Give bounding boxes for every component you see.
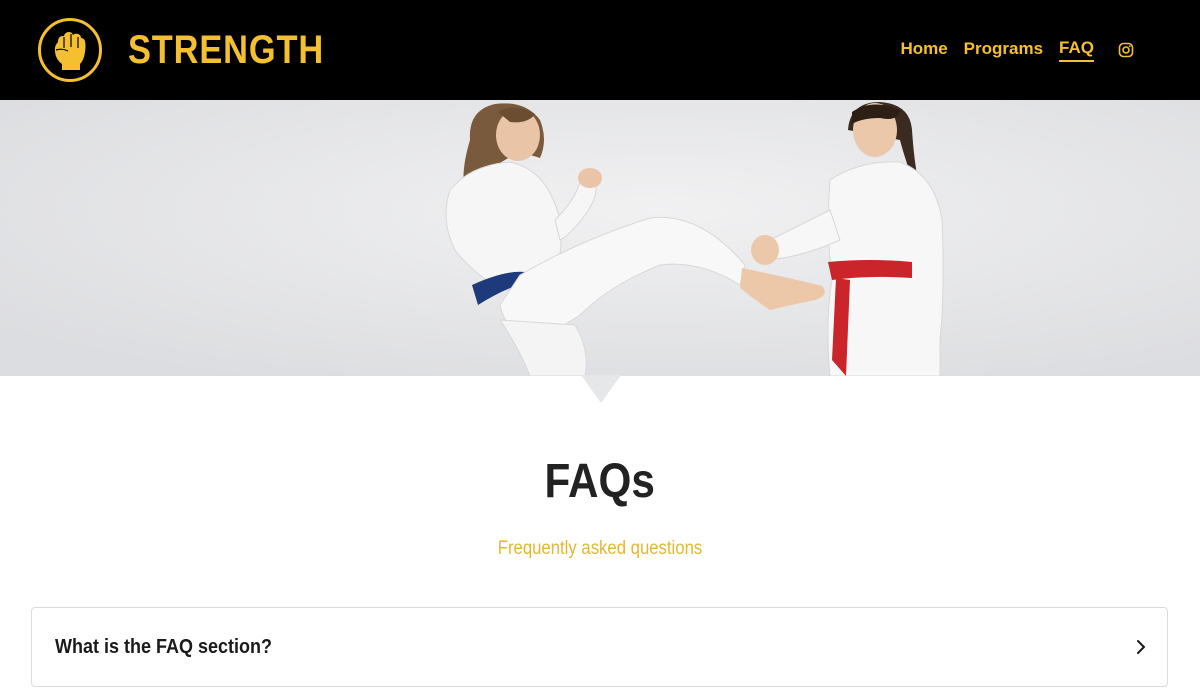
page-subtitle: Frequently asked questions [497, 538, 703, 559]
faq-accordion-item[interactable]: What is the FAQ section? [31, 607, 1168, 687]
hero-notch [581, 375, 621, 403]
fist-icon [54, 32, 86, 70]
nav-item-programs[interactable]: Programs [964, 39, 1043, 61]
nav-item-faq[interactable]: FAQ [1059, 38, 1094, 62]
logo-badge [38, 18, 102, 82]
hero-image [0, 100, 1200, 376]
page-title: FAQs [544, 455, 656, 508]
logo-link[interactable]: STRENGTH [0, 18, 356, 82]
faq-main: FAQs Frequently asked questions [0, 376, 1200, 560]
faq-question: What is the FAQ section? [55, 635, 273, 658]
instagram-icon[interactable] [1118, 42, 1134, 58]
nav-item-home[interactable]: Home [900, 39, 947, 61]
site-header: STRENGTH Home Programs FAQ [0, 0, 1200, 100]
martial-arts-photo [0, 100, 1200, 376]
brand-name: STRENGTH [128, 27, 325, 72]
chevron-right-icon [1135, 638, 1147, 656]
main-nav: Home Programs FAQ [884, 0, 1134, 100]
